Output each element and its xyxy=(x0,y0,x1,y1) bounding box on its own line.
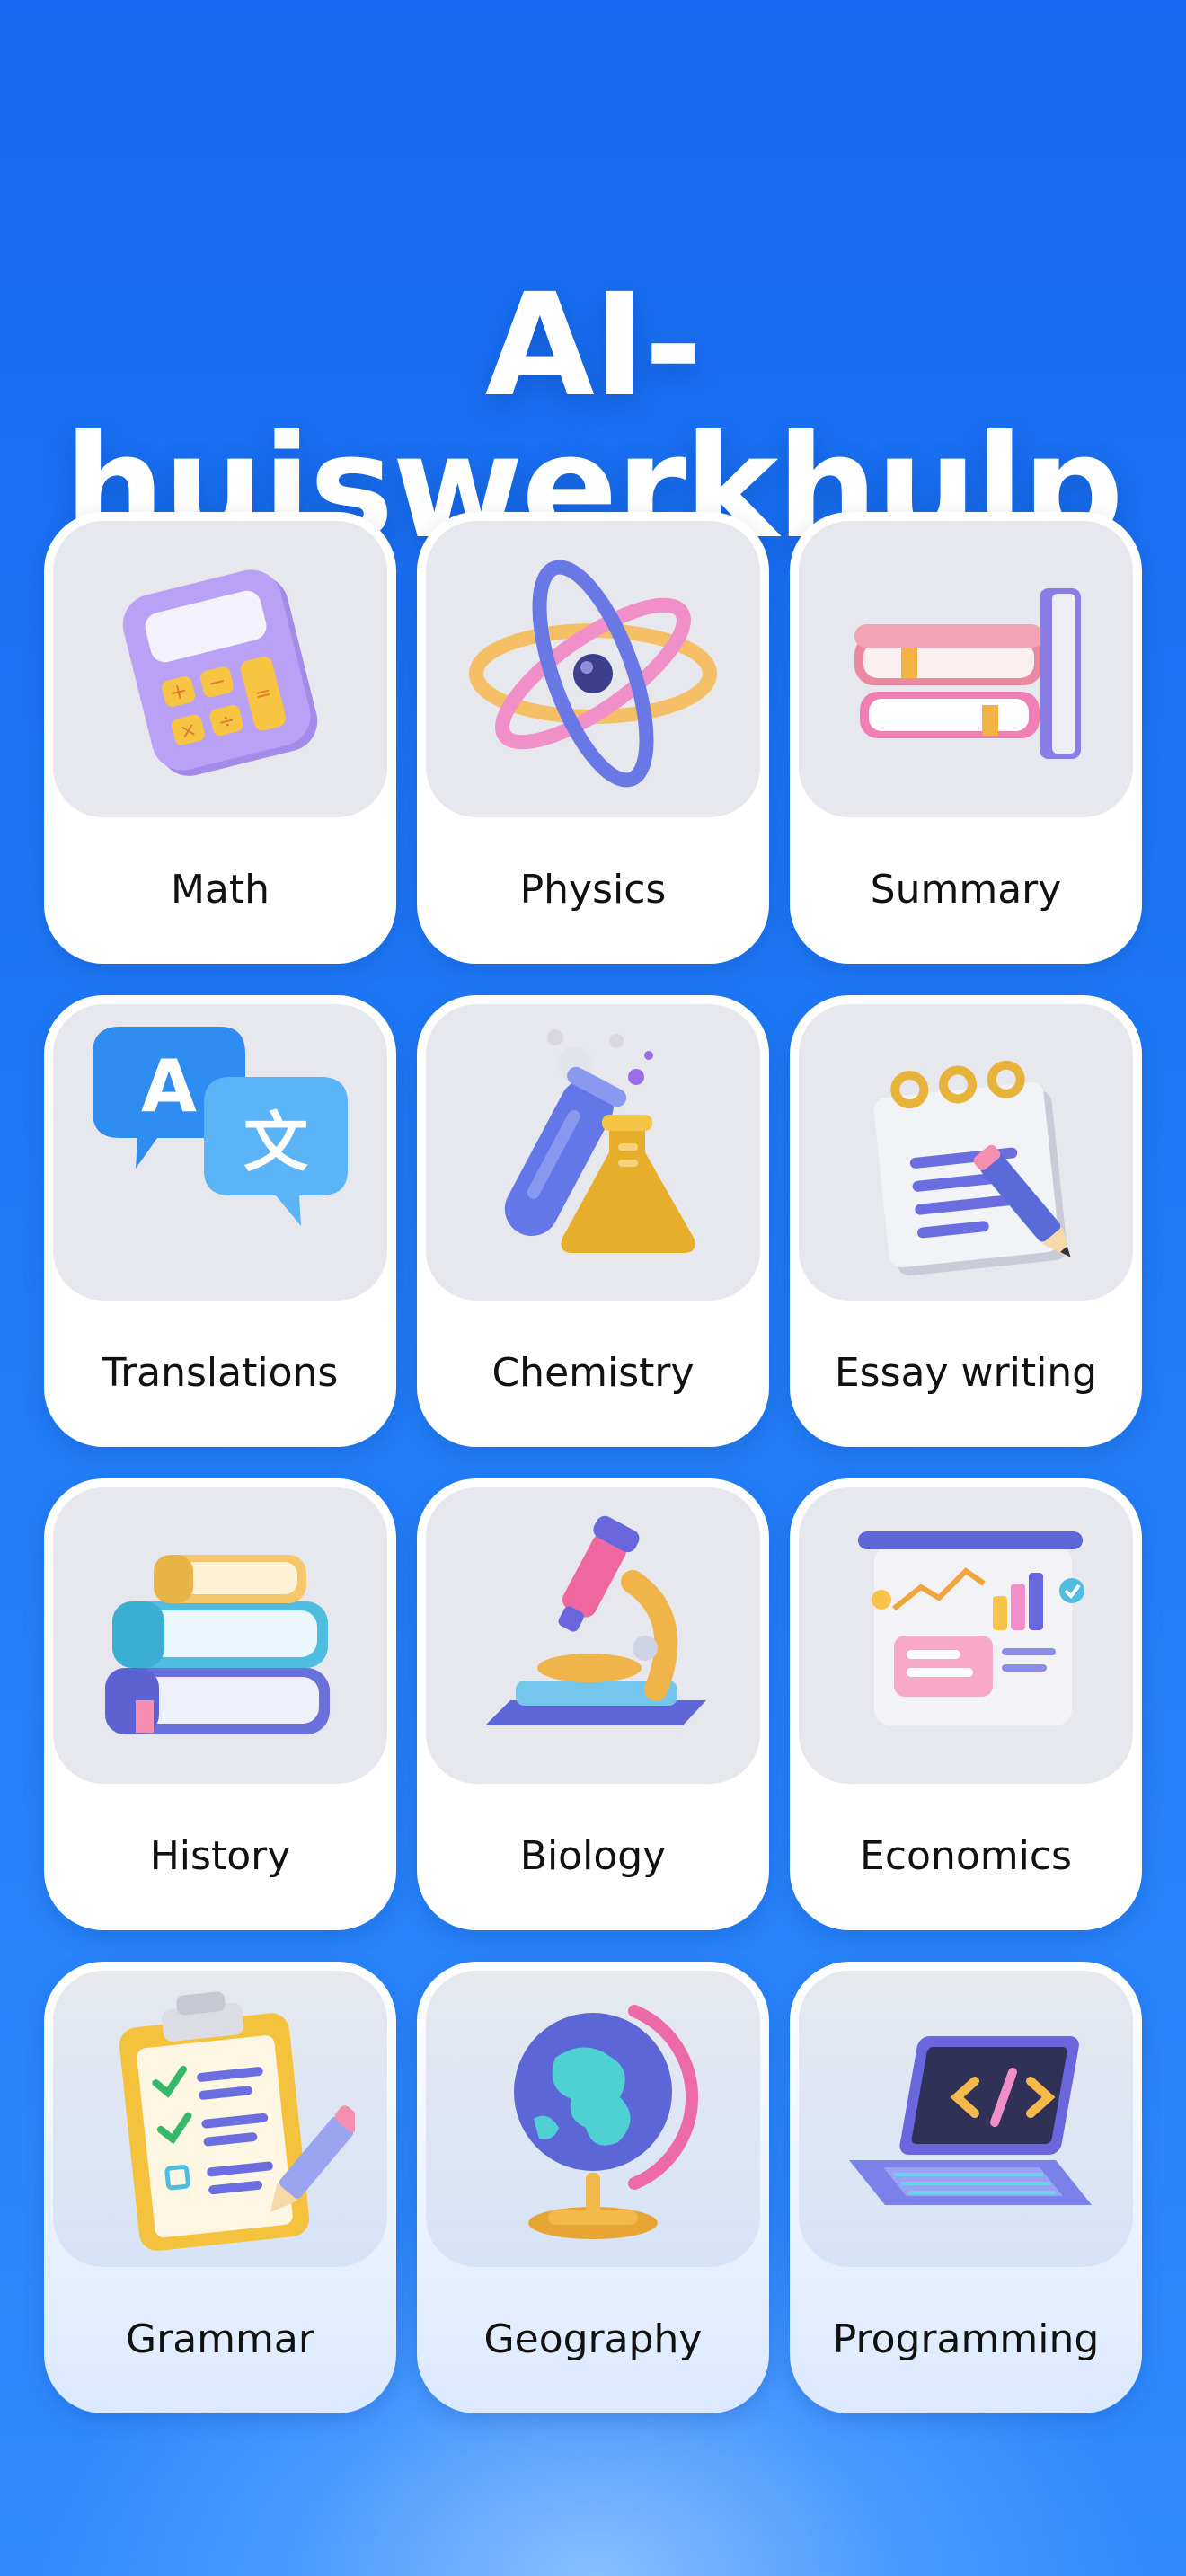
subject-label: Grammar xyxy=(126,2316,314,2362)
subject-grid: + − × ÷ = Math Physics Summary A 文 Trans… xyxy=(44,512,1142,2413)
globe-icon xyxy=(426,1971,760,2267)
subject-label: History xyxy=(149,1833,291,1879)
subject-card-essay-writing[interactable]: Essay writing xyxy=(790,995,1142,1447)
stacked-books-icon xyxy=(799,521,1133,817)
subject-card-grammar[interactable]: Grammar xyxy=(44,1962,396,2413)
subject-label: Biology xyxy=(519,1833,667,1879)
test-tube-flask-icon xyxy=(426,1004,760,1301)
subject-label: Translations xyxy=(102,1350,339,1396)
translate-bubbles-icon: A 文 xyxy=(53,1004,387,1301)
subject-card-summary[interactable]: Summary xyxy=(790,512,1142,964)
notepad-pencil-icon xyxy=(799,1004,1133,1301)
atom-icon xyxy=(426,521,760,817)
subject-card-programming[interactable]: Programming xyxy=(790,1962,1142,2413)
subject-label: Chemistry xyxy=(491,1350,695,1396)
subject-card-physics[interactable]: Physics xyxy=(417,512,769,964)
subject-label: Summary xyxy=(870,867,1062,913)
subject-card-history[interactable]: History xyxy=(44,1478,396,1930)
svg-text:A: A xyxy=(141,1045,197,1128)
subject-card-translations[interactable]: A 文 Translations xyxy=(44,995,396,1447)
subject-label: Math xyxy=(170,867,270,913)
subject-label: Programming xyxy=(832,2316,1100,2362)
subject-label: Physics xyxy=(519,867,667,913)
subject-card-economics[interactable]: Economics xyxy=(790,1478,1142,1930)
svg-text:文: 文 xyxy=(243,1105,308,1180)
calculator-icon: + − × ÷ = xyxy=(53,521,387,817)
book-stack-icon xyxy=(53,1487,387,1784)
subject-label: Essay writing xyxy=(834,1350,1098,1396)
presentation-board-icon xyxy=(799,1487,1133,1784)
subject-card-biology[interactable]: Biology xyxy=(417,1478,769,1930)
subject-card-chemistry[interactable]: Chemistry xyxy=(417,995,769,1447)
subject-label: Economics xyxy=(860,1833,1072,1879)
subject-card-geography[interactable]: Geography xyxy=(417,1962,769,2413)
checklist-clipboard-icon xyxy=(53,1971,387,2267)
subject-card-math[interactable]: + − × ÷ = Math xyxy=(44,512,396,964)
microscope-icon xyxy=(426,1487,760,1784)
subject-label: Geography xyxy=(483,2316,703,2362)
laptop-code-icon xyxy=(799,1971,1133,2267)
